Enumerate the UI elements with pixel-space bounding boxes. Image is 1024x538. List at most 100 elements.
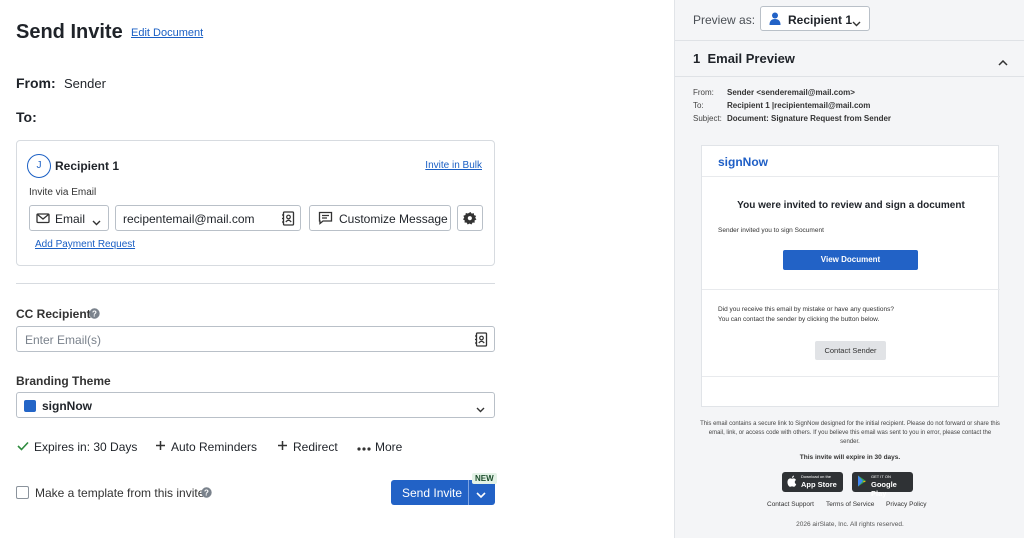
google-play-big-text: Google Play bbox=[871, 480, 897, 498]
page-title: Send Invite bbox=[16, 21, 123, 43]
email-divider bbox=[702, 176, 1000, 177]
edit-document-link[interactable]: Edit Document bbox=[131, 27, 203, 39]
email-divider bbox=[702, 289, 1000, 290]
email-question-line2: You can contact the sender by clicking t… bbox=[718, 316, 880, 323]
signnow-logo: signNow bbox=[718, 155, 768, 169]
cc-email-input[interactable]: Enter Email(s) bbox=[16, 326, 495, 352]
section-number: 1 bbox=[693, 51, 701, 66]
app-store-big-text: App Store bbox=[801, 480, 837, 489]
brand-color-swatch bbox=[24, 400, 36, 412]
help-icon[interactable]: ? bbox=[201, 487, 212, 501]
svg-text:?: ? bbox=[204, 489, 209, 498]
auto-reminders-option[interactable]: Auto Reminders bbox=[153, 440, 257, 454]
new-badge: NEW bbox=[472, 473, 497, 484]
address-book-icon[interactable] bbox=[474, 332, 488, 350]
help-icon[interactable]: ? bbox=[89, 308, 100, 322]
chevron-down-icon bbox=[476, 402, 485, 416]
invite-in-bulk-link[interactable]: Invite in Bulk bbox=[425, 160, 482, 171]
meta-to-key: To: bbox=[693, 101, 704, 110]
expire-note: This invite will expire in 30 days. bbox=[799, 454, 901, 461]
branding-theme-select[interactable]: signNow bbox=[16, 392, 495, 418]
envelope-icon bbox=[36, 211, 50, 228]
google-play-small-text: GET IT ON bbox=[871, 474, 891, 479]
email-preview-header[interactable]: 1 Email Preview bbox=[693, 51, 795, 66]
make-template-label: Make a template from this invite bbox=[35, 486, 205, 500]
chevron-down-icon bbox=[92, 215, 101, 229]
branding-theme-value: signNow bbox=[42, 399, 92, 413]
recipient-card: J Recipient 1 Invite in Bulk Invite via … bbox=[16, 140, 495, 266]
button-separator bbox=[468, 480, 469, 505]
expiration-option[interactable]: Expires in: 30 Days bbox=[16, 440, 137, 454]
chevron-up-icon[interactable] bbox=[998, 55, 1008, 69]
apple-icon bbox=[787, 475, 797, 491]
chevron-down-icon bbox=[852, 16, 861, 30]
app-store-badge[interactable]: Download on the App Store bbox=[782, 472, 843, 492]
invite-method-select[interactable]: Email bbox=[29, 205, 109, 231]
panel-divider bbox=[675, 76, 1024, 77]
address-book-icon[interactable] bbox=[281, 211, 295, 229]
redirect-option[interactable]: Redirect bbox=[275, 440, 338, 454]
send-invite-label: Send Invite bbox=[402, 486, 463, 500]
checkbox-box[interactable] bbox=[16, 486, 29, 499]
svg-text:?: ? bbox=[92, 310, 97, 319]
customize-message-button[interactable]: Customize Message bbox=[309, 205, 451, 231]
copyright-text: 2026 airSlate, Inc. All rights reserved. bbox=[796, 521, 904, 528]
expiration-label: Expires in: 30 Days bbox=[34, 440, 138, 454]
invite-form-panel: Send Invite Edit Document From: Sender T… bbox=[0, 0, 674, 538]
email-heading: You were invited to review and sign a do… bbox=[737, 200, 965, 211]
cc-recipients-label: CC Recipients bbox=[16, 307, 98, 321]
more-label: More bbox=[375, 440, 403, 454]
from-label: From: bbox=[16, 75, 56, 91]
chevron-down-icon[interactable] bbox=[476, 488, 486, 502]
preview-recipient-select[interactable]: Recipient 1 bbox=[760, 6, 870, 31]
meta-subject-key: Subject: bbox=[693, 114, 722, 123]
contact-sender-button[interactable]: Contact Sender bbox=[815, 341, 886, 360]
privacy-policy-link[interactable]: Privacy Policy bbox=[886, 501, 926, 508]
section-title: Email Preview bbox=[707, 51, 795, 66]
app-store-small-text: Download on the bbox=[801, 474, 832, 479]
view-document-button[interactable]: View Document bbox=[783, 250, 918, 270]
recipient-email-value: recipentemail@mail.com bbox=[123, 212, 255, 226]
invite-via-label: Invite via Email bbox=[29, 187, 97, 198]
email-body-card: signNow You were invited to review and s… bbox=[701, 145, 1000, 407]
terms-of-service-link[interactable]: Terms of Service bbox=[826, 501, 874, 508]
panel-divider bbox=[675, 40, 1024, 41]
customize-message-label: Customize Message bbox=[339, 212, 448, 226]
email-divider bbox=[702, 376, 1000, 377]
meta-from-value: Sender <senderemail@mail.com> bbox=[727, 88, 855, 97]
meta-subject-value: Document: Signature Request from Sender bbox=[727, 114, 892, 123]
contact-support-link[interactable]: Contact Support bbox=[767, 501, 814, 508]
checkmark-icon bbox=[16, 440, 30, 454]
recipient-name: Recipient 1 bbox=[55, 159, 120, 173]
message-icon bbox=[318, 211, 333, 228]
more-dots-icon bbox=[357, 440, 371, 454]
security-note: This email contains a secure link to Sig… bbox=[700, 421, 1000, 445]
more-options[interactable]: More bbox=[357, 440, 402, 454]
email-question-line1: Did you receive this email by mistake or… bbox=[718, 306, 894, 313]
make-template-checkbox[interactable]: Make a template from this invite bbox=[16, 486, 204, 500]
email-preview-panel: Preview as: Recipient 1 1 Email Preview … bbox=[674, 0, 1024, 538]
auto-reminders-label: Auto Reminders bbox=[171, 440, 258, 454]
recipient-settings-button[interactable] bbox=[457, 205, 483, 231]
recipient-email-input[interactable]: recipentemail@mail.com bbox=[115, 205, 301, 231]
email-subtext: Sender invited you to sign Socument bbox=[718, 227, 824, 234]
add-payment-request-link[interactable]: Add Payment Request bbox=[35, 239, 135, 250]
cc-email-placeholder: Enter Email(s) bbox=[25, 333, 102, 347]
recipient-avatar: J bbox=[27, 154, 51, 178]
preview-as-label: Preview as: bbox=[693, 13, 756, 27]
user-icon bbox=[769, 12, 781, 28]
gear-icon bbox=[463, 211, 478, 229]
preview-recipient-value: Recipient 1 bbox=[788, 13, 853, 27]
branding-theme-label: Branding Theme bbox=[16, 374, 111, 388]
redirect-label: Redirect bbox=[293, 440, 338, 454]
google-play-badge[interactable]: GET IT ON Google Play bbox=[852, 472, 913, 498]
invite-method-value: Email bbox=[55, 212, 86, 226]
play-icon bbox=[857, 475, 867, 491]
plus-icon bbox=[153, 440, 167, 454]
meta-from-key: From: bbox=[693, 88, 714, 97]
to-label: To: bbox=[16, 109, 37, 125]
from-value: Sender bbox=[64, 76, 106, 91]
section-divider bbox=[16, 283, 495, 284]
meta-to-value: Recipient 1 |recipientemail@mail.com bbox=[727, 101, 871, 110]
plus-icon bbox=[275, 440, 289, 454]
